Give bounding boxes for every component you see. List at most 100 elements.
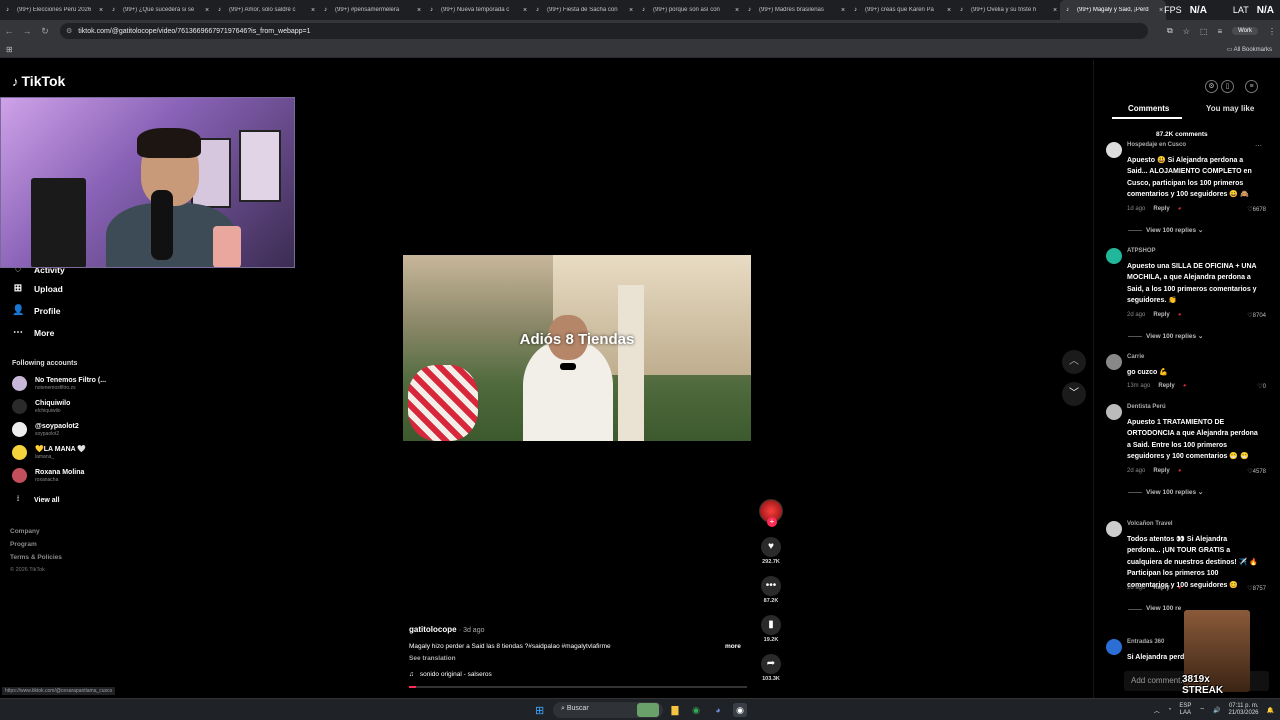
more-link[interactable]: more (725, 643, 741, 650)
comment-like-button[interactable]: ♡6678 (1247, 206, 1266, 213)
nav-upload[interactable]: ⊞ Upload (12, 283, 63, 295)
menu-icon[interactable]: ⋮ (1268, 27, 1276, 36)
file-explorer-icon[interactable]: ▇ (668, 703, 682, 717)
network-icon[interactable]: ⌔ (1199, 706, 1205, 714)
notifications-icon[interactable]: 🔔 (1267, 707, 1274, 714)
apps-icon[interactable]: ⊞ (6, 45, 13, 54)
volume-icon[interactable]: 🔊 (1213, 707, 1220, 714)
view-replies-link[interactable]: View 100 replies ⌄ (1127, 226, 1203, 234)
forward-icon[interactable]: → (18, 26, 36, 36)
view-all-link[interactable]: ⁞ View all (12, 494, 60, 506)
close-tab-icon[interactable]: × (838, 7, 848, 14)
media-icon[interactable]: ≡ (1217, 27, 1222, 36)
reply-button[interactable]: Reply (1153, 585, 1169, 591)
close-tab-icon[interactable]: × (308, 7, 318, 14)
browser-tab[interactable]: ♪ (99+) creas que Karen Pa × (848, 0, 954, 20)
comment-like-button[interactable]: ♡8757 (1247, 585, 1266, 592)
reload-icon[interactable]: ↻ (36, 26, 54, 37)
following-account[interactable]: 💛LA MANA 🤍 lamana_ (12, 445, 86, 460)
close-tab-icon[interactable]: × (520, 7, 530, 14)
video-author[interactable]: gatitolocope · 3d ago (409, 625, 484, 634)
follow-plus-icon[interactable]: + (767, 517, 777, 527)
weather-widget-icon[interactable] (637, 703, 659, 717)
author-name[interactable]: gatitolocope (409, 625, 457, 634)
following-account[interactable]: No Tenemos Filtro (... notenemosfiltro.zs (12, 376, 106, 391)
close-tab-icon[interactable]: × (732, 7, 742, 14)
tray-chevron-icon[interactable]: ︿ (1154, 706, 1160, 715)
site-info-icon[interactable]: ⚙ (66, 27, 72, 35)
close-tab-icon[interactable]: × (414, 7, 424, 14)
music-link[interactable]: ♫ sonido original - salseros (409, 671, 492, 678)
following-account[interactable]: @soypaolot2 soypaolot2 (12, 422, 79, 437)
footer-terms[interactable]: Terms & Policies (10, 554, 62, 561)
reply-button[interactable]: Reply (1153, 206, 1169, 212)
comment-user[interactable]: Dentista Perú (1127, 404, 1166, 410)
avatar[interactable] (1106, 248, 1122, 264)
browser-tab[interactable]: ♪ (99+) Nueva temporada c × (424, 0, 530, 20)
reply-button[interactable]: Reply (1153, 468, 1169, 474)
browser-tab[interactable]: ♪ (99+) Fiesta de Sacha con × (530, 0, 636, 20)
video-player[interactable]: Adiós 8 Tiendas (403, 255, 751, 441)
comment-user[interactable]: Volcañon Travel (1127, 521, 1173, 527)
browser-tab[interactable]: ♪ (99+) ¿Qué sucederá si se × (106, 0, 212, 20)
browser-tab[interactable]: ♪ (99+) Madres brasileñas × (742, 0, 848, 20)
discord-icon[interactable]: ◕ (711, 703, 725, 717)
save-button[interactable]: ▮ 19.2K (760, 615, 782, 643)
comment-user[interactable]: Carrie (1127, 354, 1144, 360)
like-button[interactable]: ♥ 292.7K (760, 537, 782, 565)
input-language[interactable]: ESP LAA (1179, 703, 1191, 717)
url-field[interactable]: ⚙ tiktok.com/@gatitolocope/video/7613669… (60, 23, 1148, 39)
view-replies-link[interactable]: View 100 replies ⌄ (1127, 332, 1203, 340)
extensions-icon[interactable]: ⬚ (1200, 27, 1208, 36)
footer-company[interactable]: Company (10, 528, 40, 535)
reply-button[interactable]: Reply (1153, 312, 1169, 318)
back-icon[interactable]: ← (0, 26, 18, 36)
browser-tab[interactable]: ♪ (99+) porque son así con × (636, 0, 742, 20)
next-video-button[interactable]: ﹀ (1062, 382, 1086, 406)
browser-tab[interactable]: ♪ (99+) Ovelia y su triste h × (954, 0, 1060, 20)
browser-tab[interactable]: ♪ (99+) #pensamermelera × (318, 0, 424, 20)
creator-avatar-button[interactable]: + (759, 499, 783, 527)
avatar[interactable] (1106, 521, 1122, 537)
avatar[interactable] (1106, 354, 1122, 370)
comment-like-button[interactable]: ♡0 (1257, 383, 1266, 390)
all-bookmarks[interactable]: ▭ All Bookmarks (1227, 46, 1272, 53)
tab-you-may-like[interactable]: You may like (1206, 104, 1254, 113)
comment-user[interactable]: ATPSHOP (1127, 248, 1156, 254)
install-icon[interactable]: ⧉ (1167, 26, 1173, 36)
view-replies-link[interactable]: View 100 replies ⌄ (1127, 488, 1203, 496)
comment-button[interactable]: ••• 87.2K (760, 576, 782, 604)
comment-like-button[interactable]: ♡4578 (1247, 468, 1266, 475)
tab-comments[interactable]: Comments (1128, 104, 1169, 113)
avatar[interactable] (1106, 404, 1122, 420)
nav-more[interactable]: ⋯ More (12, 327, 54, 339)
avatar[interactable] (1106, 142, 1122, 158)
close-tab-icon[interactable]: × (626, 7, 636, 14)
chrome-icon[interactable]: ◉ (689, 703, 703, 717)
tiktok-logo[interactable]: ♪ TikTok (12, 73, 65, 89)
close-tab-icon[interactable]: × (944, 7, 954, 14)
comment-options-icon[interactable]: ⋯ (1255, 142, 1262, 150)
reply-button[interactable]: Reply (1158, 383, 1174, 389)
comment-like-button[interactable]: ♡8704 (1247, 312, 1266, 319)
windows-start-icon[interactable]: ⊞ (535, 704, 544, 717)
close-tab-icon[interactable]: × (96, 7, 106, 14)
share-button[interactable]: ➦ 103.3K (760, 654, 782, 682)
comment-user[interactable]: Hospedaje en Cusco (1127, 142, 1186, 148)
footer-program[interactable]: Program (10, 541, 37, 548)
view-replies-link[interactable]: View 100 re (1127, 605, 1181, 612)
close-tab-icon[interactable]: × (1050, 7, 1060, 14)
following-account[interactable]: Roxana Molina roxanacha (12, 468, 84, 483)
panel-device-icon[interactable]: ▯ (1221, 80, 1234, 93)
see-translation-link[interactable]: See translation (409, 655, 456, 662)
video-progress-bar[interactable] (409, 686, 747, 688)
bookmark-star-icon[interactable]: ☆ (1183, 27, 1190, 36)
browser-tab[interactable]: ♪ (99+) Amor, solo saldré c × (212, 0, 318, 20)
browser-tab[interactable]: ♪ (99+) Elecciones Perú 2026 × (0, 0, 106, 20)
location-icon[interactable]: ◔ (1168, 707, 1172, 713)
avatar[interactable] (1106, 639, 1122, 655)
browser-tab[interactable]: ♪ (99+) Magaly y Said, ¡Perd × (1060, 0, 1166, 20)
clock[interactable]: 07:11 p. m. 21/03/2026 (1228, 703, 1258, 717)
panel-menu-icon[interactable]: ≡ (1245, 80, 1258, 93)
chrome-active-icon[interactable]: ◉ (733, 703, 747, 717)
